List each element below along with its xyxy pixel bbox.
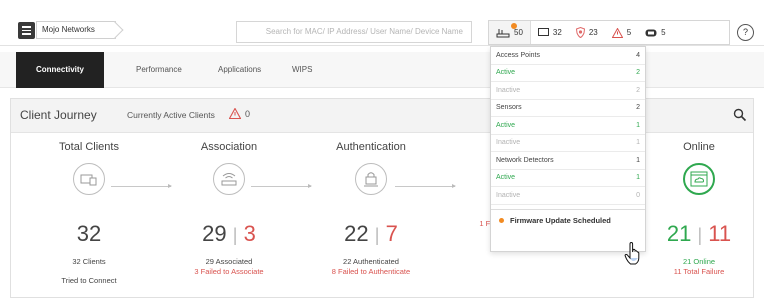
dropdown-row[interactable]: Sensors 2 (491, 100, 645, 117)
devices-dropdown: Access Points 4 Active 2 Inactive 2 Sensors… (490, 46, 646, 252)
stage-title: Total Clients (59, 141, 119, 153)
router-icon (213, 163, 245, 195)
tag-icon (645, 29, 657, 36)
flow-arrow (111, 184, 172, 188)
stage-caption-2: Tried to Connect (61, 276, 117, 285)
help-icon[interactable]: ? (737, 24, 754, 41)
search-input[interactable]: Search for MAC/ IP Address/ User Name/ D… (236, 21, 472, 43)
counter-value: 32 (552, 28, 562, 37)
stage-count: 32 (76, 221, 102, 246)
stage-authentication: Authentication 22 | 7 22 Authenticated 8… (301, 141, 441, 276)
counter-clients[interactable]: 32 (531, 21, 569, 44)
tab-wips[interactable]: WIPS (292, 52, 312, 88)
dropdown-row[interactable]: Inactive 1 (491, 135, 645, 152)
counter-value: 50 (514, 28, 523, 37)
counter-value: 5 (661, 28, 666, 37)
tab-connectivity[interactable]: Connectivity (16, 52, 104, 88)
tab-performance[interactable]: Performance (136, 52, 182, 88)
devices-icon (73, 163, 105, 195)
breadcrumb[interactable]: Mojo Networks (36, 21, 116, 39)
flow-arrow (395, 184, 456, 188)
counter-value: 23 (588, 28, 598, 37)
access-point-icon (496, 28, 510, 37)
counter-value: 5 (626, 28, 632, 37)
dropdown-row[interactable]: Access Points 4 (491, 47, 645, 65)
status-dot-icon (499, 217, 504, 223)
panel-subtitle: Currently Active Clients (127, 110, 215, 120)
stage-caption: 29 Associated (205, 257, 253, 266)
stage-caption: 32 Clients (72, 257, 106, 266)
tab-bar: Connectivity Performance Applications WI… (0, 52, 764, 88)
stage-title: Association (200, 141, 258, 153)
stage-association: Association 29 | 3 29 Associated 3 Faile… (159, 141, 299, 276)
dropdown-row[interactable]: Inactive 2 (491, 82, 645, 100)
counter-access-points[interactable]: 50 (489, 21, 531, 44)
alert-count-value: 0 (245, 108, 251, 119)
stage-count: 29 | 3 (202, 221, 256, 246)
warning-icon (611, 27, 623, 38)
dropdown-row[interactable]: Active 1 (491, 117, 645, 135)
shield-icon (575, 27, 585, 38)
monitor-icon (537, 28, 549, 36)
stage-title: Online (683, 141, 715, 153)
warning-icon (229, 108, 241, 119)
hand-cursor-icon (624, 242, 640, 265)
firmware-update-label: Firmware Update Scheduled (510, 215, 611, 225)
device-counters: 50 32 23 5 5 (488, 20, 730, 45)
cloud-window-icon (683, 163, 715, 195)
stage-online: Online 21 | 11 21 Online 11 Total Failur… (629, 141, 764, 276)
lock-icon (355, 163, 387, 195)
dropdown-row[interactable]: Network Detectors 1 (491, 152, 645, 170)
firmware-update-item[interactable]: Firmware Update Scheduled (491, 208, 645, 231)
tab-applications[interactable]: Applications (218, 52, 261, 88)
notification-dot (511, 23, 517, 29)
counter-tags[interactable]: 5 (638, 21, 672, 44)
dropdown-row[interactable]: Active 1 (491, 170, 645, 187)
active-alerts[interactable]: 0 (229, 108, 250, 119)
stage-caption: 22 Authenticated (343, 257, 399, 266)
stage-failure-caption[interactable]: 11 Total Failure (629, 267, 764, 276)
stage-title: Authentication (336, 141, 406, 153)
hamburger-menu-icon[interactable] (18, 22, 35, 39)
top-bar: Mojo Networks Search for MAC/ IP Address… (0, 0, 764, 46)
search-icon[interactable] (733, 108, 747, 122)
stage-count: 22 | 7 (344, 221, 398, 246)
counter-security[interactable]: 23 (569, 21, 605, 44)
dropdown-row[interactable]: Active 2 (491, 65, 645, 82)
dropdown-row[interactable]: Inactive 0 (491, 187, 645, 205)
flow-arrow (251, 184, 312, 188)
stage-total-clients: Total Clients 32 32 Clients Tried to Con… (19, 141, 159, 285)
stage-failure-caption[interactable]: 3 Failed to Associate (159, 267, 299, 276)
stage-count: 21 | 11 (666, 221, 732, 246)
counter-alerts[interactable]: 5 (605, 21, 638, 44)
stage-caption: 21 Online (682, 257, 716, 266)
panel-title: Client Journey (20, 108, 97, 122)
stage-failure-caption[interactable]: 8 Failed to Authenticate (301, 267, 441, 276)
